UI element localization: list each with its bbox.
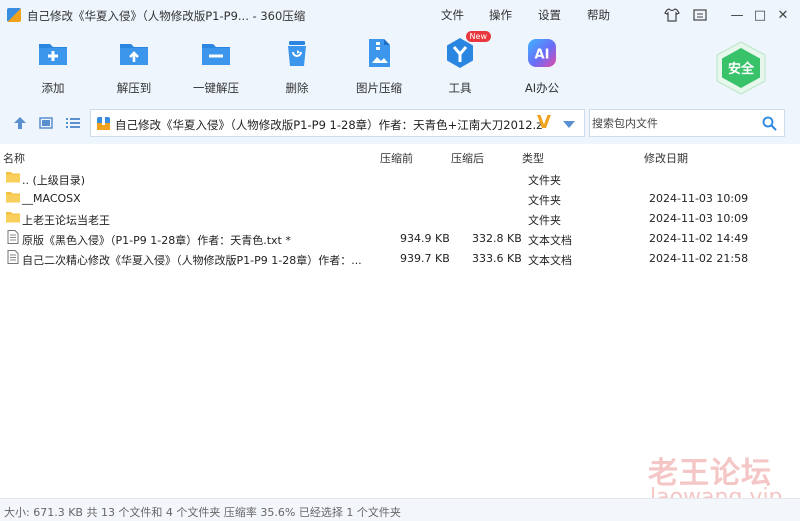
text-file-icon bbox=[6, 250, 20, 264]
menu-file[interactable]: 文件 bbox=[441, 7, 464, 23]
column-name[interactable]: 名称 bbox=[3, 150, 25, 166]
ai-office-icon: AI bbox=[525, 36, 559, 70]
app-logo-icon bbox=[7, 8, 21, 22]
path-field[interactable]: 自己修改《华夏入侵》（人物修改版P1-P9 1-28章）作者：天青色+江南大刀2… bbox=[90, 109, 585, 137]
delete-icon bbox=[280, 36, 314, 70]
ai-office-label: AI办公 bbox=[524, 81, 560, 95]
tools-button[interactable]: New 工具 bbox=[420, 31, 500, 96]
file-name: 原版《黑色入侵》（P1-P9 1-28章）作者：天青色.txt * bbox=[22, 234, 291, 247]
folder-icon bbox=[6, 190, 20, 204]
file-compressed: 332.8 KB bbox=[472, 232, 522, 245]
file-type: 文件夹 bbox=[528, 194, 561, 207]
file-type: 文本文档 bbox=[528, 254, 572, 267]
file-row[interactable]: .. (上级目录) 文件夹 bbox=[0, 168, 800, 188]
file-name: 上老王论坛当老王 bbox=[22, 214, 110, 227]
file-modified: 2024-11-02 14:49 bbox=[649, 232, 749, 245]
maximize-button[interactable]: □ bbox=[751, 6, 769, 24]
column-modified[interactable]: 修改日期 bbox=[644, 150, 688, 166]
file-type: 文件夹 bbox=[528, 174, 561, 187]
column-type[interactable]: 类型 bbox=[522, 150, 544, 166]
folder-icon bbox=[6, 210, 20, 224]
skin-icon[interactable] bbox=[663, 6, 681, 24]
menu-icon[interactable] bbox=[691, 6, 709, 24]
file-type: 文本文档 bbox=[528, 234, 572, 247]
file-compressed: 333.6 KB bbox=[472, 252, 522, 265]
archive-path: 自己修改《华夏入侵》（人物修改版P1-P9 1-28章）作者：天青色+江南大刀2… bbox=[115, 118, 543, 132]
menu-settings[interactable]: 设置 bbox=[538, 7, 561, 23]
safe-badge[interactable]: 安全 bbox=[713, 40, 769, 96]
file-row[interactable]: 原版《黑色入侵》（P1-P9 1-28章）作者：天青色.txt * 934.9 … bbox=[0, 228, 800, 248]
text-file-icon bbox=[6, 230, 20, 244]
add-label: 添加 bbox=[41, 81, 65, 95]
file-packed: 934.9 KB bbox=[400, 232, 450, 245]
search-icon[interactable] bbox=[762, 116, 777, 131]
title-bar: 自己修改《华夏入侵》（人物修改版P1-P9... - 360压缩 文件 操作 设… bbox=[0, 0, 800, 30]
file-row[interactable]: 上老王论坛当老王 文件夹 2024-11-03 10:09 bbox=[0, 208, 800, 228]
file-list: 名称 压缩前 压缩后 类型 修改日期 .. (上级目录) 文件夹 __MACOS… bbox=[0, 146, 800, 498]
one-click-extract-icon bbox=[199, 36, 233, 70]
add-button[interactable]: 添加 bbox=[13, 36, 93, 96]
search-input[interactable] bbox=[592, 112, 756, 134]
file-modified: 2024-11-02 21:58 bbox=[649, 252, 749, 265]
menu-help[interactable]: 帮助 bbox=[587, 7, 610, 23]
file-modified: 2024-11-03 10:09 bbox=[649, 212, 749, 225]
extract-to-button[interactable]: 解压到 bbox=[94, 36, 174, 96]
one-click-extract-label: 一键解压 bbox=[193, 81, 239, 95]
image-compress-label: 图片压缩 bbox=[356, 81, 402, 95]
delete-label: 删除 bbox=[285, 81, 309, 95]
menu-operate[interactable]: 操作 bbox=[489, 7, 512, 23]
image-compress-icon bbox=[362, 36, 396, 70]
ai-office-button[interactable]: AI AI办公 bbox=[502, 36, 582, 96]
column-compressed[interactable]: 压缩后 bbox=[451, 150, 484, 166]
file-name: .. (上级目录) bbox=[22, 174, 86, 187]
archive-icon bbox=[96, 116, 111, 131]
file-row[interactable]: __MACOSX 文件夹 2024-11-03 10:09 bbox=[0, 188, 800, 208]
file-row[interactable]: 自己二次精心修改《华夏入侵》（人物修改版P1-P9 1-28章）作者：... 9… bbox=[0, 248, 800, 268]
thumbnail-view-icon[interactable] bbox=[38, 115, 54, 131]
v-logo-icon: V bbox=[537, 112, 551, 133]
status-bar: 大小: 671.3 KB 共 13 个文件和 4 个文件夹 压缩率 35.6% … bbox=[0, 498, 800, 521]
file-name: __MACOSX bbox=[22, 192, 81, 205]
column-packed[interactable]: 压缩前 bbox=[380, 150, 413, 166]
image-compress-button[interactable]: 图片压缩 bbox=[339, 36, 419, 96]
status-text: 大小: 671.3 KB 共 13 个文件和 4 个文件夹 压缩率 35.6% … bbox=[4, 506, 401, 519]
safe-label: 安全 bbox=[728, 61, 755, 77]
extract-to-label: 解压到 bbox=[116, 81, 152, 95]
list-view-icon[interactable] bbox=[65, 115, 81, 131]
one-click-extract-button[interactable]: 一键解压 bbox=[176, 36, 256, 96]
path-dropdown-icon[interactable] bbox=[563, 121, 575, 128]
delete-button[interactable]: 删除 bbox=[257, 36, 337, 96]
file-packed: 939.7 KB bbox=[400, 252, 450, 265]
minimize-button[interactable]: — bbox=[728, 6, 746, 24]
file-name: 自己二次精心修改《华夏入侵》（人物修改版P1-P9 1-28章）作者：... bbox=[22, 254, 362, 267]
folder-icon bbox=[6, 170, 20, 184]
file-type: 文件夹 bbox=[528, 214, 561, 227]
tools-label: 工具 bbox=[448, 81, 472, 95]
ai-icon-text: AI bbox=[535, 48, 550, 63]
new-badge: New bbox=[465, 31, 491, 42]
up-level-icon[interactable] bbox=[12, 115, 28, 131]
tools-icon: New bbox=[443, 31, 491, 70]
add-icon bbox=[36, 36, 70, 70]
file-modified: 2024-11-03 10:09 bbox=[649, 192, 749, 205]
address-bar: 自己修改《华夏入侵》（人物修改版P1-P9 1-28章）作者：天青色+江南大刀2… bbox=[0, 102, 800, 144]
toolbar: 添加 解压到 一键解压 删除 图片压缩 New 工具 AI AI办公 安全 bbox=[0, 30, 800, 102]
close-button[interactable]: ✕ bbox=[774, 6, 792, 24]
search-box[interactable] bbox=[589, 109, 785, 137]
window-title: 自己修改《华夏入侵》（人物修改版P1-P9... - 360压缩 bbox=[27, 9, 306, 23]
extract-to-icon bbox=[117, 36, 151, 70]
